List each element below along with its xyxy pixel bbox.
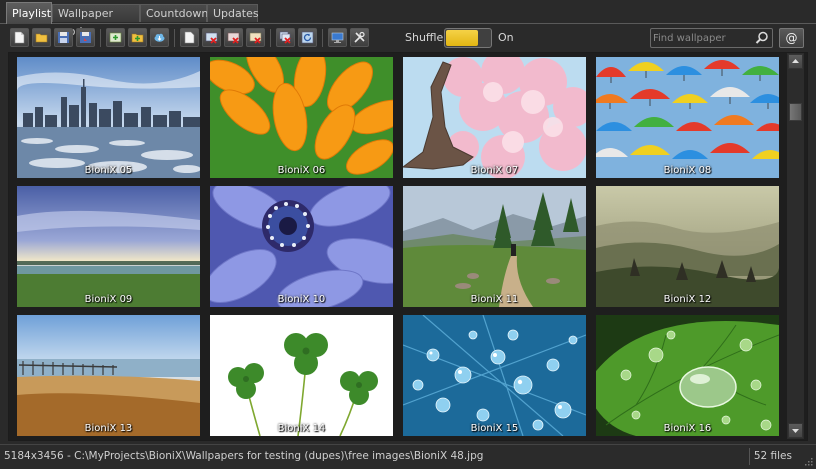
thumbnail-caption: BioniX 10 [277, 294, 326, 305]
water-drops-blue-image [403, 315, 586, 436]
scrollbar-thumb[interactable] [789, 103, 802, 121]
tools-icon [354, 31, 365, 43]
thumbnail-caption: BioniX 13 [84, 423, 133, 434]
add-folder-button[interactable] [128, 28, 147, 47]
add-online-button[interactable] [150, 28, 169, 47]
cloud-icon [154, 33, 165, 42]
folder-icon [35, 33, 48, 43]
toolbar-separator [270, 29, 271, 47]
file-count: 52 files [753, 450, 792, 462]
refresh-icon [301, 31, 314, 44]
thumbnail-grid: BioniX 05 BioniX 06 BioniX 07 BioniX 08 … [8, 52, 808, 441]
thumbnail-item[interactable]: BioniX 07 [403, 57, 586, 178]
umbrellas-image [596, 57, 779, 178]
orange-petals-image [210, 57, 393, 178]
thumbnail-item[interactable]: BioniX 09 [17, 186, 200, 307]
thumbnail-caption: BioniX 14 [277, 423, 326, 434]
thumbnail-caption: BioniX 16 [663, 423, 712, 434]
thumbnail-caption: BioniX 09 [84, 294, 133, 305]
mountain-path-image [403, 186, 586, 307]
remove-duplicates-icon [279, 31, 291, 44]
status-separator [749, 448, 750, 465]
shuffle-state-label: On [498, 31, 514, 44]
thumbnail-item[interactable]: BioniX 13 [17, 315, 200, 436]
arrow-down-icon [792, 429, 799, 433]
toolbar-separator [322, 29, 323, 47]
toolbar-separator [174, 29, 175, 47]
tab-bar: Playlist Wallpaper mode Countdown Update… [0, 0, 816, 38]
thumbnail-caption: BioniX 15 [470, 423, 519, 434]
thumbnail-item[interactable]: BioniX 15 [403, 315, 586, 436]
search-icon [755, 31, 768, 44]
shuffle-toggle-knob [446, 30, 478, 46]
remove-duplicates-button[interactable] [276, 28, 295, 47]
save-as-icon [80, 32, 91, 43]
thumbnail-caption: BioniX 05 [84, 165, 133, 176]
monitor-button[interactable] [328, 28, 347, 47]
scroll-up-button[interactable] [788, 54, 803, 69]
search-button[interactable] [753, 30, 771, 46]
new-list-button[interactable] [180, 28, 199, 47]
blue-flower-image [210, 186, 393, 307]
thumbnail-item[interactable]: BioniX 05 [17, 57, 200, 178]
shuffle-toggle[interactable] [444, 28, 492, 48]
remove-selected-button[interactable] [202, 28, 221, 47]
search-input[interactable] [653, 30, 747, 46]
add-files-button[interactable] [106, 28, 125, 47]
monitor-icon [331, 32, 344, 43]
shamrocks-image [210, 315, 393, 436]
vertical-scrollbar[interactable] [787, 53, 804, 439]
tab-wallpaper-mode[interactable]: Wallpaper mode [52, 4, 140, 38]
settings-button[interactable] [350, 28, 369, 47]
thumbnail-item[interactable]: BioniX 16 [596, 315, 779, 436]
remove-image-icon [205, 32, 218, 44]
open-folder-button[interactable] [32, 28, 51, 47]
remove-all-button[interactable] [246, 28, 265, 47]
water-drop-leaf-image [596, 315, 779, 436]
beach-pier-image [17, 315, 200, 436]
status-bar: 5184x3456 - C:\MyProjects\BioniX\Wallpap… [0, 444, 816, 469]
thumbnail-item[interactable]: BioniX 11 [403, 186, 586, 307]
misty-hills-image [596, 186, 779, 307]
save-button[interactable] [54, 28, 73, 47]
thumbnail-caption: BioniX 07 [470, 165, 519, 176]
thumbnail-caption: BioniX 11 [470, 294, 519, 305]
save-as-button[interactable] [76, 28, 95, 47]
tab-countdown[interactable]: Countdown [140, 4, 208, 22]
refresh-button[interactable] [298, 28, 317, 47]
save-icon [58, 32, 69, 43]
thumbnail-caption: BioniX 12 [663, 294, 712, 305]
search-box [650, 28, 773, 48]
remove-missing-button[interactable] [224, 28, 243, 47]
cherry-blossom-image [403, 57, 586, 178]
remove-all-icon [249, 32, 262, 44]
thumbnail-item[interactable]: BioniX 06 [210, 57, 393, 178]
toolbar-separator [100, 29, 101, 47]
blank-page-icon [184, 31, 195, 44]
scroll-down-button[interactable] [788, 423, 803, 438]
new-playlist-button[interactable] [10, 28, 29, 47]
resize-grip-icon[interactable] [803, 456, 813, 466]
thumbnail-caption: BioniX 08 [663, 165, 712, 176]
thumbnail-caption: BioniX 06 [277, 165, 326, 176]
arrow-up-icon [792, 59, 799, 63]
add-image-icon [109, 32, 122, 43]
tab-divider [0, 23, 816, 24]
tab-updates[interactable]: Updates [207, 4, 259, 22]
thumbnail-item[interactable]: BioniX 08 [596, 57, 779, 178]
new-file-icon [14, 31, 25, 44]
thumbnail-item[interactable]: BioniX 12 [596, 186, 779, 307]
status-file-path: 5184x3456 - C:\MyProjects\BioniX\Wallpap… [4, 450, 484, 462]
shuffle-label: Shuffle [405, 31, 444, 44]
thumbnail-item[interactable]: BioniX 14 [210, 315, 393, 436]
tab-playlist[interactable]: Playlist [6, 2, 52, 24]
at-button[interactable]: @ [779, 28, 804, 48]
toolbar: Shuffle On @ [8, 28, 808, 50]
add-folder-icon [131, 33, 144, 43]
lake-sunset-image [17, 186, 200, 307]
city-skyline-image [17, 57, 200, 178]
remove-missing-icon [227, 32, 240, 44]
thumbnail-item[interactable]: BioniX 10 [210, 186, 393, 307]
